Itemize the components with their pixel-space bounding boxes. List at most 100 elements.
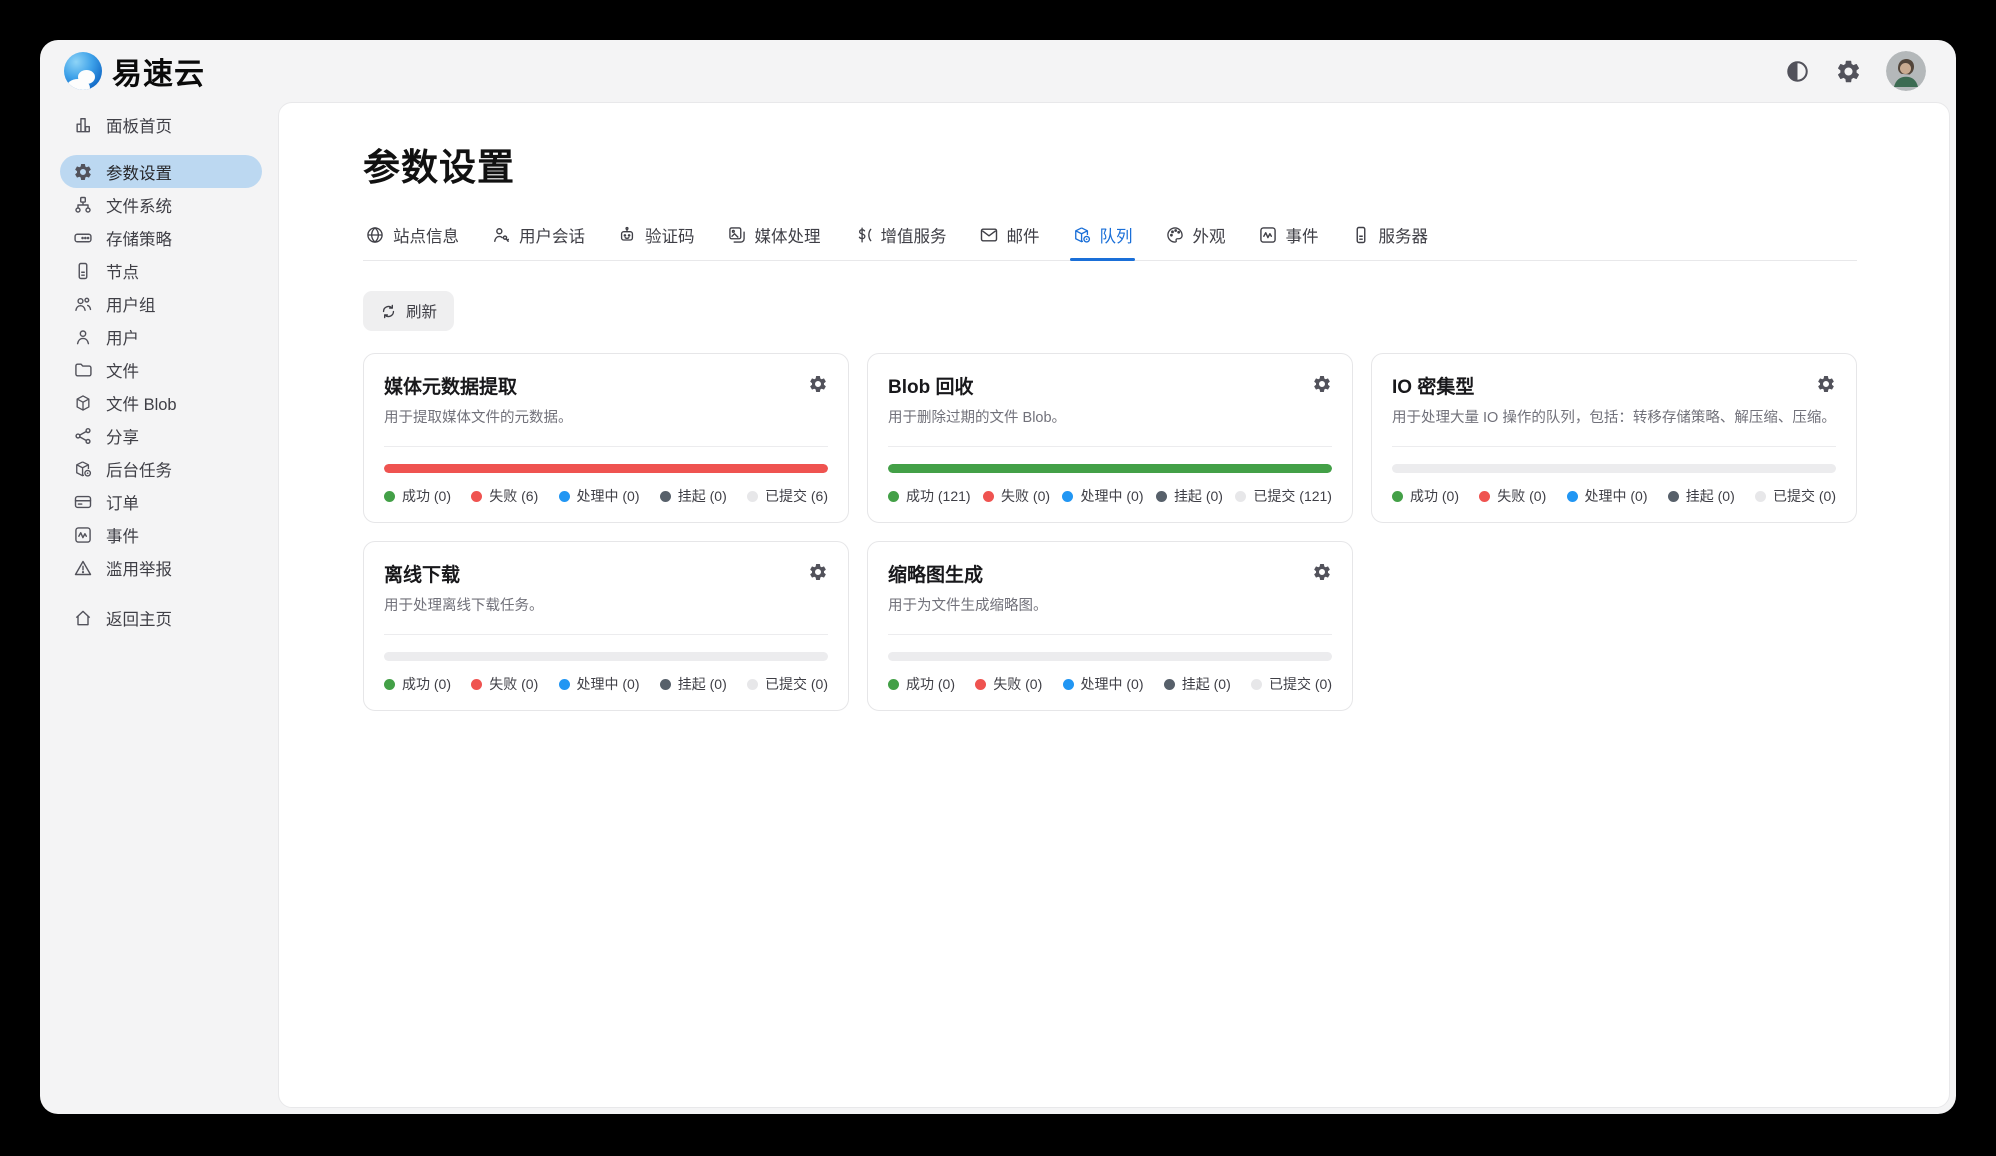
- palette-icon: [1165, 225, 1185, 245]
- queue-stat-label: 挂起 (0): [678, 486, 727, 506]
- tab-server[interactable]: 服务器: [1349, 221, 1431, 260]
- sidebar-item-share[interactable]: 分享: [60, 419, 262, 452]
- sidebar-item-label: 节点: [106, 259, 139, 283]
- queue-stat-processing: 处理中 (0): [559, 674, 640, 694]
- queue-stat-failed: 失败 (0): [975, 674, 1042, 694]
- server-icon: [73, 261, 93, 281]
- queue-settings-gear-icon[interactable]: [808, 374, 828, 394]
- tab-label: 外观: [1193, 223, 1226, 247]
- card-divider: [1392, 446, 1836, 447]
- queue-stat-success: 成功 (0): [888, 674, 955, 694]
- queue-card-description: 用于为文件生成缩略图。: [888, 594, 1332, 615]
- mail-icon: [979, 225, 999, 245]
- sitemap-icon: [73, 195, 93, 215]
- sidebar-item-box-gear[interactable]: 后台任务: [60, 452, 262, 485]
- sidebar-item-folder[interactable]: 文件: [60, 353, 262, 386]
- queue-card: 离线下载用于处理离线下载任务。成功 (0)失败 (0)处理中 (0)挂起 (0)…: [363, 541, 849, 711]
- submitted-dot-icon: [1251, 679, 1262, 690]
- queue-settings-gear-icon[interactable]: [1816, 374, 1836, 394]
- sidebar-item-server[interactable]: 节点: [60, 254, 262, 287]
- sidebar-item-label: 文件系统: [106, 193, 172, 217]
- sidebar-item-label: 用户: [106, 325, 139, 349]
- sidebar-item-gear[interactable]: 参数设置: [60, 155, 262, 188]
- sidebar-item-label: 参数设置: [106, 160, 172, 184]
- sidebar-item-sd-card[interactable]: 存储策略: [60, 221, 262, 254]
- cloud-logo-icon: [64, 52, 102, 90]
- toolbar: 刷新: [363, 291, 1857, 331]
- tab-activity[interactable]: 事件: [1256, 221, 1321, 260]
- queue-card-title: 缩略图生成: [888, 560, 983, 587]
- tab-globe[interactable]: 站点信息: [363, 221, 461, 260]
- queue-stat-label: 成功 (0): [402, 674, 451, 694]
- queue-stat-label: 失败 (0): [489, 674, 538, 694]
- sidebar-item-warning[interactable]: 滥用举报: [60, 551, 262, 584]
- warning-icon: [73, 558, 93, 578]
- credit-card-icon: [73, 492, 93, 512]
- captcha-icon: [617, 225, 637, 245]
- success-dot-icon: [888, 491, 899, 502]
- queue-stat-suspended: 挂起 (0): [1164, 674, 1231, 694]
- processing-dot-icon: [1567, 491, 1578, 502]
- sidebar-item-cube[interactable]: 文件 Blob: [60, 386, 262, 419]
- queue-progress-bar: [888, 464, 1332, 473]
- queue-card-title: 离线下载: [384, 560, 460, 587]
- sidebar-item-label: 事件: [106, 523, 139, 547]
- queue-stat-processing: 处理中 (0): [1063, 674, 1144, 694]
- queue-stat-failed: 失败 (6): [471, 486, 538, 506]
- queue-card-header: 缩略图生成: [888, 560, 1332, 587]
- queue-settings-gear-icon[interactable]: [808, 562, 828, 582]
- queue-legend: 成功 (0)失败 (6)处理中 (0)挂起 (0)已提交 (6): [384, 486, 828, 506]
- suspended-dot-icon: [1164, 679, 1175, 690]
- queue-legend: 成功 (0)失败 (0)处理中 (0)挂起 (0)已提交 (0): [888, 674, 1332, 694]
- tabs: 站点信息 用户会话 验证码媒体处理增值服务 邮件 队列 外观 事件服务器: [363, 221, 1857, 261]
- tab-captcha[interactable]: 验证码: [615, 221, 697, 260]
- queue-progress-bar: [384, 652, 828, 661]
- queue-settings-gear-icon[interactable]: [1312, 562, 1332, 582]
- avatar[interactable]: [1886, 51, 1926, 91]
- failed-dot-icon: [471, 679, 482, 690]
- refresh-icon: [380, 303, 397, 320]
- queue-stat-label: 成功 (0): [906, 674, 955, 694]
- queue-stat-processing: 处理中 (0): [559, 486, 640, 506]
- tab-media[interactable]: 媒体处理: [725, 221, 823, 260]
- sidebar-item-label: 订单: [106, 490, 139, 514]
- tab-label: 邮件: [1007, 223, 1040, 247]
- queue-stat-label: 成功 (121): [906, 486, 971, 506]
- tab-palette[interactable]: 外观: [1163, 221, 1228, 260]
- queue-stat-processing: 处理中 (0): [1567, 486, 1648, 506]
- queue-stat-label: 处理中 (0): [1081, 674, 1144, 694]
- brand-name: 易速云: [112, 49, 205, 93]
- brand[interactable]: 易速云: [64, 49, 205, 93]
- tab-user-key[interactable]: 用户会话: [489, 221, 587, 260]
- globe-icon: [365, 225, 385, 245]
- queue-card-description: 用于删除过期的文件 Blob。: [888, 406, 1332, 427]
- queue-stat-suspended: 挂起 (0): [660, 674, 727, 694]
- tab-label: 站点信息: [393, 223, 459, 247]
- queue-stat-suspended: 挂起 (0): [1668, 486, 1735, 506]
- queue-card-title: Blob 回收: [888, 372, 974, 399]
- header-actions: [1784, 51, 1926, 91]
- tab-mail[interactable]: 邮件: [977, 221, 1042, 260]
- queue-stat-label: 成功 (0): [402, 486, 451, 506]
- queue-stat-failed: 失败 (0): [471, 674, 538, 694]
- sidebar-item-home[interactable]: 返回主页: [60, 601, 262, 634]
- sidebar-item-credit-card[interactable]: 订单: [60, 485, 262, 518]
- refresh-button[interactable]: 刷新: [363, 291, 454, 331]
- sidebar-item-activity[interactable]: 事件: [60, 518, 262, 551]
- sidebar-item-chart-bar[interactable]: 面板首页: [60, 108, 262, 141]
- user-icon: [73, 327, 93, 347]
- queue-card: IO 密集型用于处理大量 IO 操作的队列，包括：转移存储策略、解压缩、压缩。成…: [1371, 353, 1857, 523]
- queue-card-description: 用于提取媒体文件的元数据。: [384, 406, 828, 427]
- sidebar-item-user[interactable]: 用户: [60, 320, 262, 353]
- gear-icon[interactable]: [1835, 58, 1862, 85]
- user-key-icon: [491, 225, 511, 245]
- queue-stat-failed: 失败 (0): [983, 486, 1050, 506]
- tab-dollar[interactable]: 增值服务: [851, 221, 949, 260]
- queue-settings-gear-icon[interactable]: [1312, 374, 1332, 394]
- tab-queue[interactable]: 队列: [1070, 221, 1135, 260]
- queue-card-header: 离线下载: [384, 560, 828, 587]
- tab-label: 用户会话: [519, 223, 585, 247]
- sidebar-item-users[interactable]: 用户组: [60, 287, 262, 320]
- theme-toggle-icon[interactable]: [1784, 58, 1811, 85]
- sidebar-item-sitemap[interactable]: 文件系统: [60, 188, 262, 221]
